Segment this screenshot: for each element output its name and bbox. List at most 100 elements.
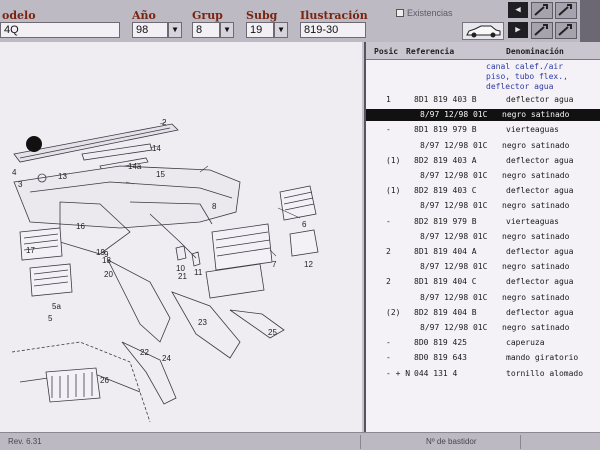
anio-dropdown-button[interactable]: ▼ bbox=[168, 22, 182, 38]
callout-8[interactable]: 8 bbox=[212, 202, 216, 211]
callout-24[interactable]: 24 bbox=[162, 354, 171, 363]
variant-date-code: 8/97 12/98 01C bbox=[420, 323, 488, 332]
part-row[interactable]: 1 8D1 819 403 B deflector agua bbox=[366, 94, 600, 106]
callout-25[interactable]: 25 bbox=[268, 328, 277, 337]
callout-26[interactable]: 26 bbox=[100, 376, 109, 385]
group-description-line: deflector agua bbox=[486, 82, 554, 91]
part-variant-row[interactable]: 8/97 12/98 01C negro satinado bbox=[366, 170, 600, 182]
ilustracion-field[interactable]: 819-30 bbox=[300, 22, 366, 38]
callout-14a[interactable]: 14a bbox=[128, 162, 141, 171]
callout-15[interactable]: 15 bbox=[156, 170, 165, 179]
part-reference: 8D2 819 403 C bbox=[414, 186, 477, 196]
part-variant-row[interactable]: 8/97 12/98 01C negro satinado bbox=[366, 140, 600, 152]
part-denomination: mando giratorio bbox=[506, 353, 579, 363]
callout-5a[interactable]: 5a bbox=[52, 302, 61, 311]
part-position: - bbox=[386, 216, 391, 226]
callout-16[interactable]: 16 bbox=[76, 222, 85, 231]
tool-button-3[interactable] bbox=[531, 22, 553, 39]
callout-19[interactable]: 19 bbox=[96, 248, 105, 257]
part-row[interactable]: (1) 8D2 819 403 A deflector agua bbox=[366, 155, 600, 167]
callout-4[interactable]: 4 bbox=[12, 168, 16, 177]
part-row[interactable]: - 8D2 819 979 B vierteaguas bbox=[366, 216, 600, 228]
part-row[interactable]: 2 8D1 819 404 C deflector agua bbox=[366, 276, 600, 288]
variant-color: negro satinado bbox=[502, 231, 570, 241]
part-variant-row[interactable]: 8/97 12/98 01C negro satinado bbox=[366, 109, 600, 122]
anio-field[interactable]: 98 bbox=[132, 22, 168, 38]
part-variant-row[interactable]: 8/97 12/98 01C negro satinado bbox=[366, 261, 600, 273]
variant-date-code: 8/97 12/98 01C bbox=[420, 201, 488, 211]
part-position: - bbox=[386, 125, 391, 135]
prev-illustration-button[interactable]: ◀ bbox=[508, 2, 528, 18]
callout-12[interactable]: 12 bbox=[304, 260, 313, 269]
variant-date-code: 8/97 12/98 01C bbox=[420, 171, 488, 180]
part-row[interactable]: - 8D0 819 643 mando giratorio bbox=[366, 352, 600, 364]
variant-color: negro satinado bbox=[502, 110, 570, 120]
arrow-left-icon: ◀ bbox=[515, 5, 521, 15]
callout-14[interactable]: 14 bbox=[152, 144, 161, 153]
part-row[interactable]: (2) 8D2 819 404 B deflector agua bbox=[366, 307, 600, 319]
tool-button-4[interactable] bbox=[555, 22, 577, 39]
variant-date-code: 8/97 12/98 01C bbox=[420, 140, 488, 150]
tool-button-2[interactable] bbox=[555, 2, 577, 19]
wrench-icon bbox=[534, 4, 548, 16]
grup-dropdown-button[interactable]: ▼ bbox=[220, 22, 234, 38]
part-denomination: vierteaguas bbox=[506, 125, 559, 135]
part-variant-row[interactable]: 8/97 12/98 01C negro satinado bbox=[366, 200, 600, 212]
header-posic[interactable]: Posic bbox=[374, 47, 398, 56]
part-row[interactable]: (1) 8D2 819 403 C deflector agua bbox=[366, 185, 600, 197]
subg-dropdown-button[interactable]: ▼ bbox=[274, 22, 288, 38]
group-description-line: canal calef./air bbox=[486, 62, 564, 71]
part-position: 2 bbox=[386, 247, 391, 256]
callout-21[interactable]: 21 bbox=[178, 272, 187, 281]
part-reference: 8D1 819 403 B bbox=[414, 95, 477, 104]
tool-button-1[interactable] bbox=[531, 2, 553, 19]
callout-11[interactable]: 11 bbox=[194, 268, 202, 277]
part-variant-row[interactable]: 8/97 12/98 01C negro satinado bbox=[366, 292, 600, 304]
wrench-icon bbox=[534, 24, 548, 36]
part-reference: 8D1 819 979 B bbox=[414, 125, 477, 135]
callout-7[interactable]: 7 bbox=[272, 260, 276, 269]
part-row[interactable]: - 8D1 819 979 B vierteaguas bbox=[366, 124, 600, 136]
toolbar-edge bbox=[580, 0, 600, 42]
callout-23[interactable]: 23 bbox=[198, 318, 207, 327]
wrench-icon bbox=[558, 4, 572, 16]
part-reference: 8D0 819 643 bbox=[414, 353, 467, 363]
callout-3[interactable]: 3 bbox=[18, 180, 22, 189]
part-row[interactable]: 2 8D1 819 404 A deflector agua bbox=[366, 246, 600, 258]
callout-5[interactable]: 5 bbox=[48, 314, 52, 323]
position-marker-1[interactable] bbox=[26, 136, 42, 152]
part-reference: 044 131 4 bbox=[414, 368, 458, 378]
existencias-label: Existencias bbox=[407, 8, 453, 18]
subg-label: Subg bbox=[246, 9, 278, 22]
callout-20[interactable]: 20 bbox=[104, 270, 113, 279]
part-reference: 8D2 819 404 B bbox=[414, 307, 477, 317]
part-variant-row[interactable]: 8/97 12/98 01C negro satinado bbox=[366, 231, 600, 243]
variant-date-code: 8/97 12/98 01C bbox=[420, 110, 488, 120]
header-denominacion[interactable]: Denominación bbox=[506, 47, 564, 56]
parts-list-header: Posic Referencia Denominación bbox=[366, 42, 600, 60]
part-reference: 8D1 819 404 C bbox=[414, 277, 477, 287]
callout-22[interactable]: 22 bbox=[140, 348, 149, 357]
car-view-button[interactable] bbox=[462, 22, 504, 40]
checkbox-box[interactable] bbox=[396, 9, 404, 17]
callout-13[interactable]: 13 bbox=[58, 172, 67, 181]
variant-color: negro satinado bbox=[502, 262, 570, 272]
callout-17[interactable]: 17 bbox=[26, 246, 35, 255]
callout-6[interactable]: 6 bbox=[302, 220, 306, 229]
next-illustration-button[interactable]: ▶ bbox=[508, 22, 528, 38]
wrench-icon bbox=[558, 24, 572, 36]
subg-field[interactable]: 19 bbox=[246, 22, 274, 38]
callout-2[interactable]: 2 bbox=[162, 118, 166, 127]
arrow-right-icon: ▶ bbox=[515, 25, 521, 35]
parts-list-panel[interactable]: Posic Referencia Denominación canal cale… bbox=[364, 42, 600, 432]
grup-field[interactable]: 8 bbox=[192, 22, 220, 38]
modelo-field[interactable]: 4Q bbox=[0, 22, 120, 38]
variant-color: negro satinado bbox=[502, 292, 570, 302]
callout-18[interactable]: 18 bbox=[102, 256, 111, 265]
parts-illustration[interactable]: 2 3 4 5 5a 6 7 8 9 10 11 12 13 14 14a 15… bbox=[0, 42, 362, 432]
part-row[interactable]: - + N 044 131 4 tornillo alomado bbox=[366, 368, 600, 380]
part-row[interactable]: - 8D0 819 425 caperuza bbox=[366, 337, 600, 349]
header-referencia[interactable]: Referencia bbox=[406, 47, 454, 56]
existencias-checkbox[interactable]: Existencias bbox=[396, 8, 453, 18]
part-variant-row[interactable]: 8/97 12/98 01C negro satinado bbox=[366, 322, 600, 334]
